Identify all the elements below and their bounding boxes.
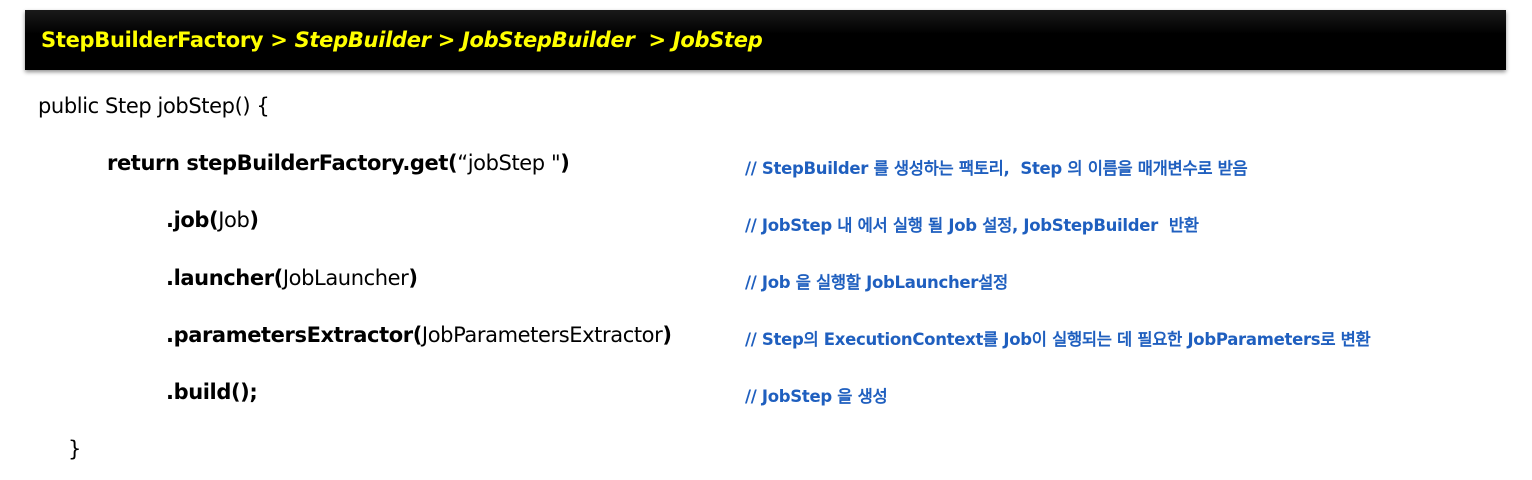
code-job-arg: Job xyxy=(218,208,250,232)
comment-launcher: // Job 을 실행할 JobLauncher설정 xyxy=(745,273,1008,292)
code-job-close: ) xyxy=(249,208,259,232)
code-line-launcher: .launcher(JobLauncher) xyxy=(166,266,418,290)
banner-title-factory: StepBuilderFactory xyxy=(41,28,264,52)
code-launcher-close: ) xyxy=(408,266,418,290)
comment-job: // JobStep 내 에서 실행 될 Job 설정, JobStepBuil… xyxy=(745,216,1199,235)
title-banner: StepBuilderFactory > StepBuilder > JobSt… xyxy=(25,10,1506,70)
code-extractor-arg: JobParametersExtractor xyxy=(421,323,663,347)
code-job-method: .job( xyxy=(166,208,219,232)
code-line-job: .job(Job) xyxy=(166,208,259,232)
comment-build: // JobStep 을 생성 xyxy=(745,387,888,406)
code-return-arg: “jobStep " xyxy=(457,151,561,175)
code-line-closing-brace: } xyxy=(68,437,81,461)
code-line-return: return stepBuilderFactory.get(“jobStep "… xyxy=(107,151,570,175)
code-return-close: ) xyxy=(560,151,570,175)
code-return-keyword: return stepBuilderFactory.get( xyxy=(107,151,458,175)
code-line-method-signature: public Step jobStep() { xyxy=(38,94,270,118)
code-launcher-method: .launcher( xyxy=(166,266,283,290)
code-line-parameters-extractor: .parametersExtractor(JobParametersExtrac… xyxy=(166,323,672,347)
code-extractor-close: ) xyxy=(662,323,672,347)
banner-title-chain: > StepBuilder > JobStepBuilder > JobStep xyxy=(263,28,763,52)
comment-return: // StepBuilder 를 생성하는 팩토리, Step 의 이름을 매개… xyxy=(745,159,1248,178)
banner-title: StepBuilderFactory > StepBuilder > JobSt… xyxy=(41,28,763,52)
code-line-build: .build(); xyxy=(166,380,258,404)
code-launcher-arg: JobLauncher xyxy=(282,266,409,290)
comment-parameters-extractor: // Step의 ExecutionContext를 Job이 실행되는 데 필… xyxy=(745,330,1371,349)
code-extractor-method: .parametersExtractor( xyxy=(166,323,422,347)
